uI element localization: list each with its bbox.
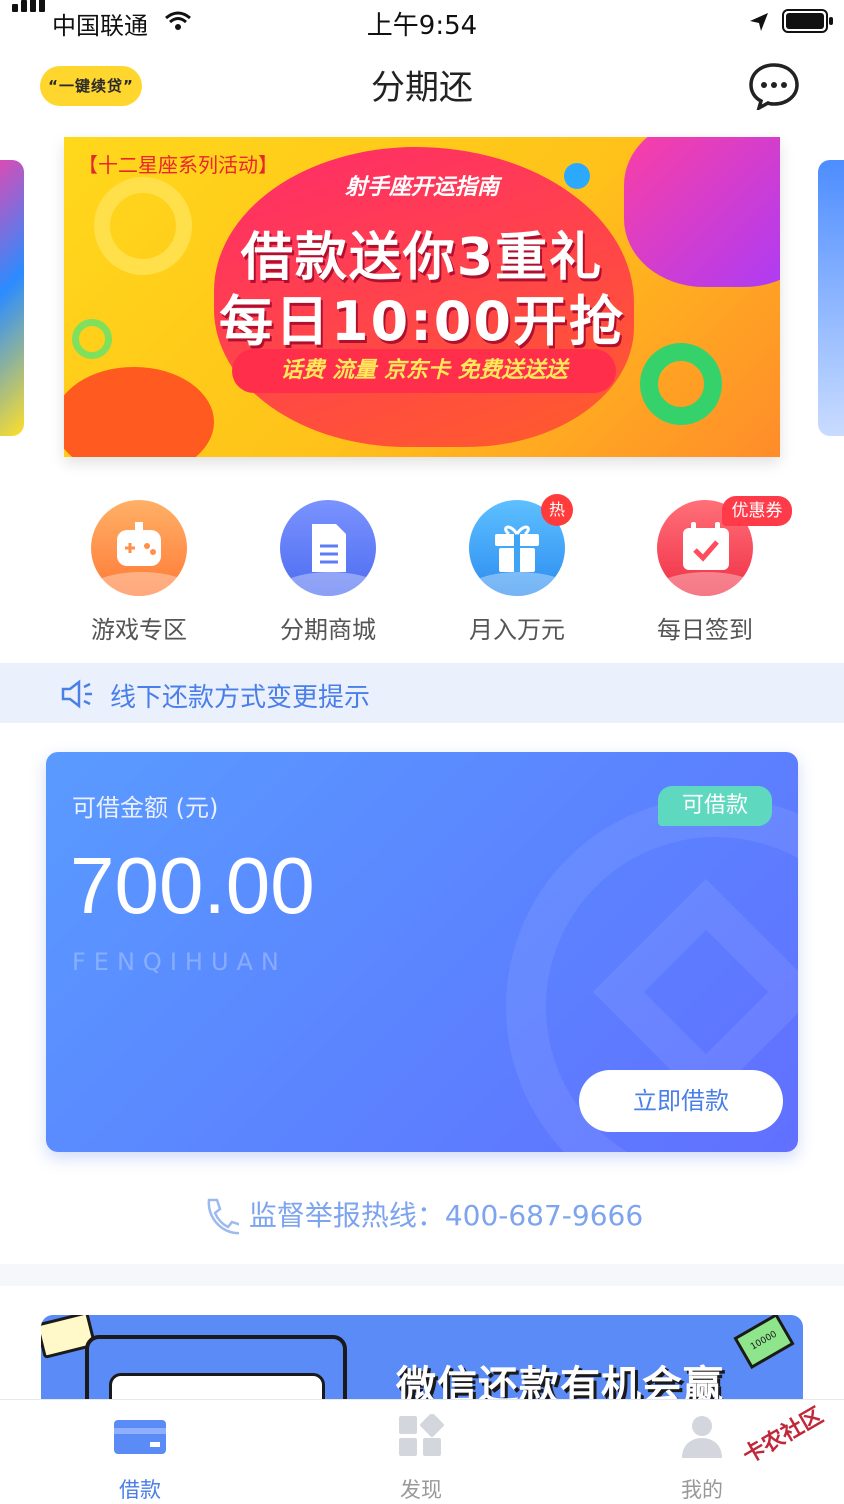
speaker-icon — [61, 679, 92, 709]
hotline[interactable]: 监督举报热线：400-687-9666 — [0, 1194, 844, 1237]
status-badge: 可借款 — [658, 786, 772, 826]
banner-subtitle: 射手座开运指南 — [344, 175, 499, 200]
coupon-badge: 优惠券 — [722, 496, 792, 526]
nav-label: 游戏专区 — [91, 616, 187, 644]
status-bar: 中国联通 上午9:54 — [0, 0, 844, 44]
nav-label: 分期商城 — [280, 616, 376, 644]
notice-text: 线下还款方式变更提示 — [110, 683, 371, 713]
borrow-now-button[interactable]: 立即借款 — [579, 1070, 783, 1132]
banner-prev-peek[interactable] — [0, 160, 24, 436]
bill-icon: 10000 — [733, 1315, 795, 1370]
hot-badge: 热 — [541, 494, 573, 526]
promo-banner[interactable]: 【十二星座系列活动】 射手座开运指南 借款送你3重礼 每日10:00开抢 话费 … — [64, 137, 780, 457]
phone-icon — [207, 1198, 239, 1235]
available-amount: 700.00 — [70, 841, 315, 930]
nav-installment-mall[interactable]: 分期商城 — [263, 500, 393, 650]
status-time: 上午9:54 — [366, 11, 478, 41]
gamepad-icon — [91, 500, 187, 596]
loan-card: 可借金额 (元) 700.00 FENQIHUAN 可借款 立即借款 — [46, 752, 798, 1152]
tab-bar: 借款 发现 我的 — [0, 1399, 844, 1502]
tab-discover[interactable]: 发现 — [351, 1400, 491, 1502]
nav-label: 月入万元 — [469, 616, 565, 644]
page-title: 分期还 — [371, 68, 473, 108]
hotline-text: 监督举报热线：400-687-9666 — [248, 1199, 644, 1232]
available-amount-label: 可借金额 (元) — [72, 794, 219, 822]
section-divider — [0, 1264, 844, 1286]
banner-pill: 话费 流量 京东卡 免费送送送 — [232, 349, 616, 393]
document-icon — [280, 500, 376, 596]
chat-bubble-icon[interactable] — [748, 62, 800, 110]
grid-icon — [399, 1414, 444, 1456]
location-arrow-icon — [750, 13, 768, 31]
banner-decoration — [64, 367, 214, 457]
banner-headline-2: 每日10:00开抢 — [219, 290, 625, 353]
user-icon — [682, 1416, 722, 1458]
card-watermark: FENQIHUAN — [72, 948, 287, 976]
notice-bar[interactable]: 线下还款方式变更提示 — [0, 663, 844, 723]
banner-next-peek[interactable] — [818, 160, 844, 436]
nav-label: 每日签到 — [657, 616, 753, 644]
nav-game-zone[interactable]: 游戏专区 — [74, 500, 204, 650]
tab-loan[interactable]: 借款 — [70, 1400, 210, 1502]
card-icon — [114, 1420, 166, 1454]
battery-icon — [782, 9, 833, 33]
